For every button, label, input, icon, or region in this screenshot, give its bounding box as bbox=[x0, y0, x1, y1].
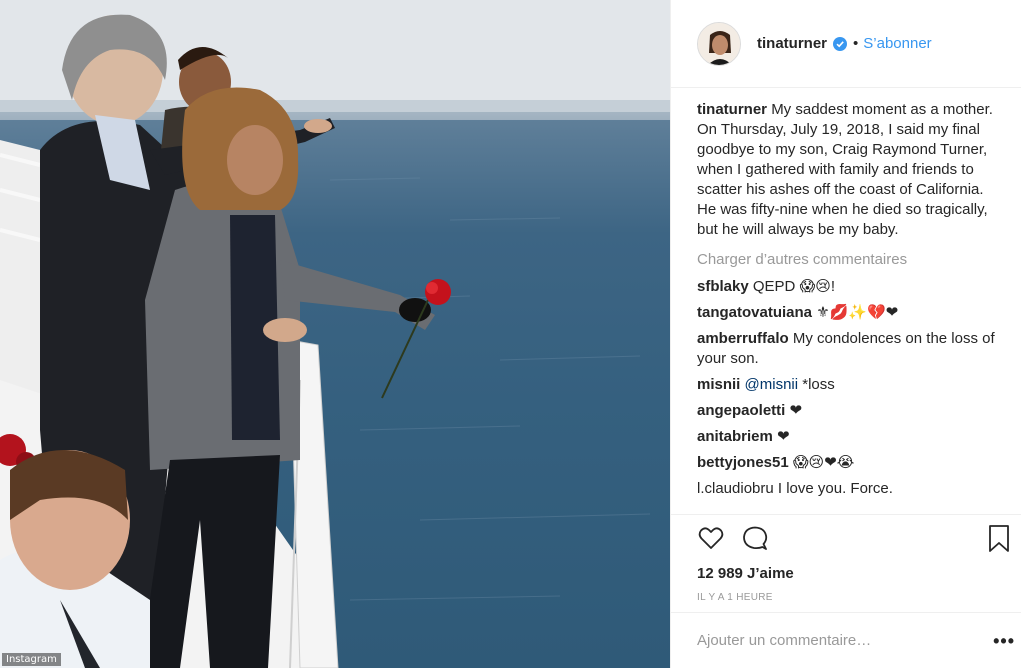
comment-text: I love you. Force. bbox=[777, 480, 893, 497]
comment-item: angepaoletti ❤ bbox=[697, 401, 1003, 421]
likes-count[interactable]: 12 989 J’aime bbox=[697, 565, 1021, 582]
post-header: tinaturner • S’abonner bbox=[671, 0, 1021, 88]
post-photo[interactable]: Instagram bbox=[0, 0, 670, 668]
comment-username[interactable]: amberruffalo bbox=[697, 330, 789, 347]
caption-text: My saddest moment as a mother. On Thursd… bbox=[697, 101, 993, 238]
comment-item: tangatovatuiana ⚜💋✨💔❤ bbox=[697, 303, 1003, 323]
post-timestamp[interactable]: IL Y A 1 HEURE bbox=[697, 592, 1021, 603]
verified-badge-icon bbox=[833, 36, 848, 51]
load-more-comments-button[interactable]: Charger d’autres commentaires bbox=[697, 250, 1003, 270]
add-comment-bar: ••• bbox=[671, 612, 1021, 668]
photo-credit: Instagram bbox=[2, 653, 61, 666]
comment-username[interactable]: sfblaky bbox=[697, 278, 749, 295]
comment-text: ❤ bbox=[789, 402, 803, 419]
follow-button[interactable]: S’abonner bbox=[863, 35, 931, 52]
post-actions: 12 989 J’aime IL Y A 1 HEURE bbox=[671, 514, 1021, 610]
comment-username[interactable]: anitabriem bbox=[697, 428, 773, 445]
add-comment-input[interactable] bbox=[697, 632, 977, 649]
comment-item: amberruffalo My condolences on the loss … bbox=[697, 329, 1003, 369]
post-details-panel: tinaturner • S’abonner tinaturner My sad… bbox=[670, 0, 1021, 668]
comments-section[interactable]: tinaturner My saddest moment as a mother… bbox=[697, 100, 1003, 514]
comment-item: misnii @misnii *loss bbox=[697, 375, 1003, 395]
comment-username[interactable]: misnii bbox=[697, 376, 740, 393]
avatar[interactable] bbox=[697, 21, 741, 66]
avatar-image bbox=[698, 22, 740, 65]
comment-item: sfblaky QEPD 😱😢! bbox=[697, 277, 1003, 297]
comment-icon[interactable] bbox=[741, 524, 769, 552]
separator-dot: • bbox=[853, 35, 859, 52]
comment-text: *loss bbox=[802, 376, 835, 393]
comment-text: ❤ bbox=[777, 428, 790, 445]
photo-illustration bbox=[0, 0, 670, 668]
post-caption: tinaturner My saddest moment as a mother… bbox=[697, 100, 1003, 240]
bookmark-icon[interactable] bbox=[987, 524, 1011, 554]
comment-username[interactable]: bettyjones51 bbox=[697, 454, 789, 471]
comment-item: anitabriem ❤ bbox=[697, 427, 1003, 447]
post-author-username[interactable]: tinaturner bbox=[757, 35, 827, 52]
more-options-icon[interactable]: ••• bbox=[993, 631, 1015, 652]
action-icons bbox=[697, 515, 1021, 561]
comment-username[interactable]: tangatovatuiana bbox=[697, 304, 812, 321]
comment-username[interactable]: angepaoletti bbox=[697, 402, 785, 419]
comment-text: 😱😢❤😭 bbox=[792, 454, 855, 471]
comment-text: QEPD 😱😢! bbox=[752, 278, 835, 295]
caption-username[interactable]: tinaturner bbox=[697, 101, 767, 118]
comment-item: l.claudiobru I love you. Force. bbox=[697, 479, 1003, 499]
comment-text: ⚜💋✨💔❤ bbox=[816, 304, 899, 321]
comment-username[interactable]: l.claudiobru bbox=[697, 480, 774, 497]
comment-mention[interactable]: @misnii bbox=[745, 376, 799, 393]
heart-icon[interactable] bbox=[697, 524, 725, 552]
comment-item: bettyjones51 😱😢❤😭 bbox=[697, 453, 1003, 473]
